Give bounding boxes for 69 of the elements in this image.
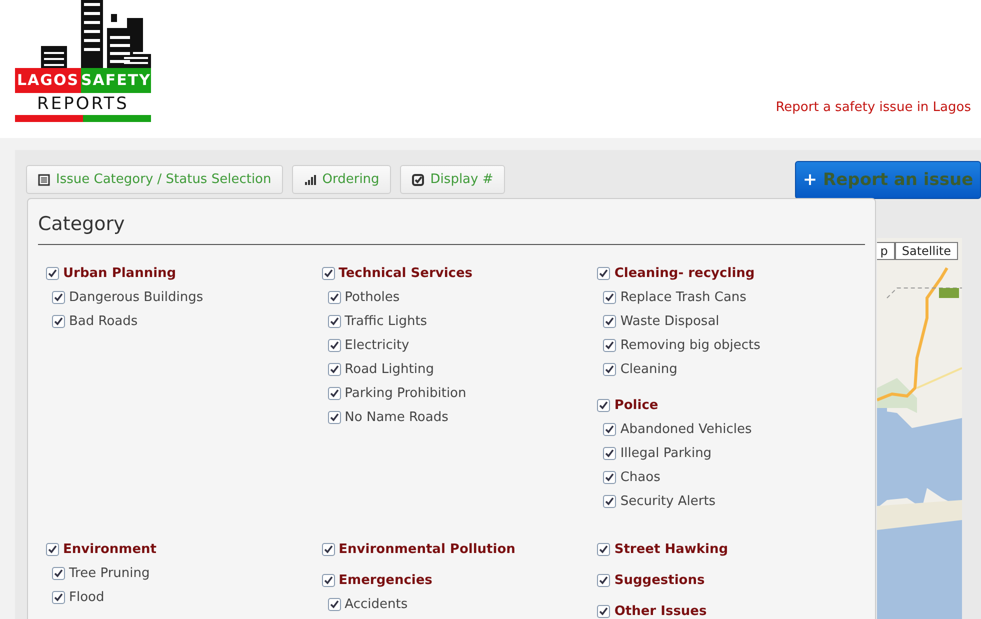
logo-text: SAFETY <box>81 68 151 93</box>
checkbox[interactable] <box>603 446 616 460</box>
checkbox[interactable] <box>603 362 616 376</box>
subcategory-label[interactable]: Electricity <box>314 333 590 357</box>
category-label[interactable]: Police <box>589 393 866 417</box>
checkbox[interactable] <box>328 598 341 610</box>
checkbox[interactable] <box>603 494 616 508</box>
checkbox[interactable] <box>597 574 610 586</box>
checkbox[interactable] <box>328 314 341 328</box>
checkbox[interactable] <box>597 604 610 618</box>
panel-title: Category <box>38 199 865 245</box>
checkbox[interactable] <box>46 542 59 556</box>
checkbox[interactable] <box>52 314 65 328</box>
checkbox[interactable] <box>328 362 341 376</box>
category-label[interactable]: Street Hawking <box>589 537 866 561</box>
checkbox[interactable] <box>603 470 616 484</box>
header-link[interactable]: Report a safety issue in Lagos <box>776 100 971 115</box>
checkbox-icon <box>412 174 424 186</box>
category-label[interactable]: Suggestions <box>589 568 866 592</box>
checkbox[interactable] <box>322 542 335 556</box>
map-type-button[interactable]: p <box>877 242 895 260</box>
subcategory-label[interactable]: Road Lighting <box>314 357 590 381</box>
category-label[interactable]: Environmental Pollution <box>314 537 590 561</box>
signal-bars-icon <box>304 174 316 186</box>
checkbox[interactable] <box>597 542 610 556</box>
category-label[interactable]: Urban Planning <box>38 261 314 285</box>
checkbox[interactable] <box>46 266 59 280</box>
subcategory-label[interactable]: Illegal Parking <box>589 441 866 465</box>
subcategory-label[interactable]: Waste Disposal <box>589 309 866 333</box>
subcategory-label[interactable]: Bad Roads <box>38 309 314 333</box>
checkbox[interactable] <box>603 290 616 304</box>
checkbox[interactable] <box>603 422 616 436</box>
subcategory-label[interactable]: Tree Pruning <box>38 561 314 585</box>
map-type-button[interactable]: Satellite <box>894 242 958 260</box>
category-label[interactable]: Technical Services <box>314 261 590 285</box>
subcategory-label[interactable]: Flood <box>38 585 314 609</box>
subcategory-label[interactable]: Replace Trash Cans <box>589 285 866 309</box>
subcategory-label[interactable]: Cleaning <box>589 357 866 381</box>
subcategory-label[interactable]: Abandoned Vehicles <box>589 417 866 441</box>
subcategory-label[interactable]: Dangerous Buildings <box>38 285 314 309</box>
list-icon <box>38 174 50 186</box>
category-label[interactable]: Other Issues <box>589 599 866 619</box>
checkbox[interactable] <box>603 314 616 328</box>
category-label[interactable]: Environment <box>38 537 314 561</box>
checkbox[interactable] <box>52 566 65 580</box>
logo-text: REPORTS <box>36 93 130 115</box>
checkbox[interactable] <box>328 338 341 352</box>
report-button[interactable]: + Report an issue <box>795 160 981 198</box>
subcategory-label[interactable]: Chaos <box>589 465 866 489</box>
subcategory-label[interactable]: Parking Prohibition <box>314 381 590 405</box>
subcategory-label[interactable]: No Name Roads <box>314 405 590 429</box>
checkbox[interactable] <box>328 290 341 304</box>
subcategory-label[interactable]: Removing big objects <box>589 333 866 357</box>
checkbox[interactable] <box>328 410 341 424</box>
checkbox[interactable] <box>603 338 616 352</box>
logo-text: LAGOS <box>15 68 81 93</box>
checkbox[interactable] <box>52 590 65 604</box>
checkbox[interactable] <box>597 398 610 412</box>
subcategory-label[interactable]: Accidents <box>314 592 590 616</box>
checkbox[interactable] <box>328 386 341 400</box>
subcategory-label[interactable]: Potholes <box>314 285 590 309</box>
subcategory-label[interactable]: Traffic Lights <box>314 309 590 333</box>
category-label[interactable]: Cleaning- recycling <box>589 261 866 285</box>
checkbox[interactable] <box>322 574 335 586</box>
subcategory-label[interactable]: Security Alerts <box>589 489 866 513</box>
checkbox[interactable] <box>322 266 335 280</box>
checkbox[interactable] <box>597 266 610 280</box>
category-label[interactable]: Emergencies <box>314 568 590 592</box>
checkbox[interactable] <box>52 290 65 304</box>
